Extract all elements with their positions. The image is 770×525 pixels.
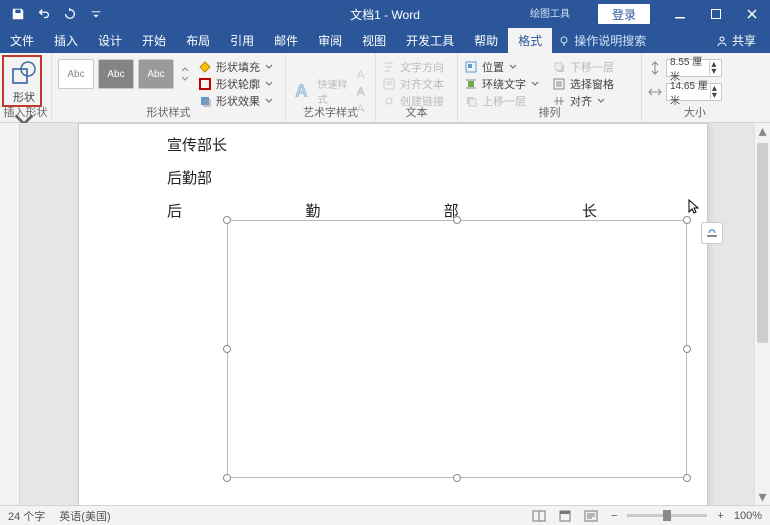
shape-outline-button[interactable]: 形状轮廓 — [198, 76, 274, 92]
tab-view[interactable]: 视图 — [352, 28, 396, 53]
svg-text:A: A — [295, 80, 308, 100]
resize-handle-tl[interactable] — [223, 216, 231, 224]
document-title: 文档1 - Word — [350, 6, 420, 23]
maximize-button[interactable] — [698, 0, 734, 28]
text-line-2: 后勤部 — [167, 167, 619, 188]
tab-format[interactable]: 格式 — [508, 28, 552, 53]
shape-width-input[interactable]: 14.65 厘米▴▾ — [666, 83, 722, 101]
text-direction-button[interactable]: 文字方向 — [382, 59, 444, 75]
send-backward-button[interactable]: 下移一层 — [552, 59, 614, 75]
mouse-cursor-icon — [687, 198, 703, 219]
save-button[interactable] — [6, 2, 30, 26]
width-icon — [648, 85, 662, 99]
text-outline-icon[interactable]: A — [355, 83, 369, 99]
resize-handle-br[interactable] — [683, 474, 691, 482]
window-controls — [626, 0, 770, 28]
group-arrange: 位置 环绕文字 上移一层 下移一层 选择窗格 对齐 排列 — [458, 53, 642, 122]
word-count[interactable]: 24 个字 — [8, 508, 45, 524]
quick-access-toolbar — [0, 2, 108, 26]
redo-button[interactable] — [58, 2, 82, 26]
page-content[interactable]: 宣传部长 后勤部 后 勤 部 长 — [79, 124, 707, 221]
ribbon-tabs: 文件 插入 设计 开始 布局 引用 邮件 审阅 视图 开发工具 帮助 格式 操作… — [0, 28, 770, 53]
svg-text:A: A — [357, 86, 365, 98]
resize-handle-tm[interactable] — [453, 216, 461, 224]
vertical-scrollbar[interactable]: ▴ ▾ — [754, 123, 770, 505]
page: 宣传部长 后勤部 后 勤 部 长 — [78, 123, 708, 505]
group-text: 文字方向 对齐文本 创建链接 文本 — [376, 53, 458, 122]
resize-handle-bl[interactable] — [223, 474, 231, 482]
view-read-mode-button[interactable] — [529, 508, 549, 524]
svg-text:A: A — [357, 69, 365, 81]
language-status[interactable]: 英语(美国) — [59, 508, 110, 524]
ribbon: 形状 插入形状 Abc Abc Abc 形状填充 形状轮廓 形状效果 形状样式 — [0, 53, 770, 123]
position-button[interactable]: 位置 — [464, 59, 540, 75]
resize-handle-ml[interactable] — [223, 345, 231, 353]
tab-file[interactable]: 文件 — [0, 28, 44, 53]
height-icon — [648, 61, 662, 75]
align-text-button[interactable]: 对齐文本 — [382, 76, 444, 92]
selection-pane-button[interactable]: 选择窗格 — [552, 76, 614, 92]
resize-handle-bm[interactable] — [453, 474, 461, 482]
share-button[interactable]: 共享 — [716, 28, 770, 53]
tab-design[interactable]: 设计 — [88, 28, 132, 53]
resize-handle-mr[interactable] — [683, 345, 691, 353]
zoom-out-button[interactable]: − — [607, 510, 621, 522]
zoom-in-button[interactable]: + — [713, 510, 727, 522]
text-fill-icon[interactable]: A — [355, 66, 369, 82]
wrap-text-button[interactable]: 环绕文字 — [464, 76, 540, 92]
contextual-tab-label: 绘图工具 — [522, 0, 578, 28]
shape-rectangle[interactable] — [227, 220, 687, 478]
tab-home[interactable]: 开始 — [132, 28, 176, 53]
document-viewport: 宣传部长 后勤部 后 勤 部 长 — [20, 123, 770, 505]
tab-mailings[interactable]: 邮件 — [264, 28, 308, 53]
shape-fill-button[interactable]: 形状填充 — [198, 59, 274, 75]
group-shape-styles: Abc Abc Abc 形状填充 形状轮廓 形状效果 形状样式 — [52, 53, 286, 122]
status-bar: 24 个字 英语(美国) − + 100% — [0, 505, 770, 525]
tab-references[interactable]: 引用 — [220, 28, 264, 53]
group-size: 8.55 厘米▴▾ 14.65 厘米▴▾ 大小 — [642, 53, 748, 122]
tab-help[interactable]: 帮助 — [464, 28, 508, 53]
tab-layout[interactable]: 布局 — [176, 28, 220, 53]
group-wordart-styles: A 快速样式 A A A 艺术字样式 — [286, 53, 376, 122]
title-bar: 文档1 - Word 绘图工具 登录 — [0, 0, 770, 28]
tab-insert[interactable]: 插入 — [44, 28, 88, 53]
zoom-level[interactable]: 100% — [734, 510, 762, 522]
work-area: 宣传部长 后勤部 后 勤 部 长 — [0, 123, 770, 505]
vertical-ruler[interactable] — [0, 123, 20, 505]
style-preset-2[interactable]: Abc — [98, 59, 134, 89]
minimize-button[interactable] — [662, 0, 698, 28]
qat-customize-icon[interactable] — [84, 2, 108, 26]
tell-me-search[interactable]: 操作说明搜索 — [552, 28, 646, 53]
view-print-layout-button[interactable] — [555, 508, 575, 524]
scroll-down-icon[interactable]: ▾ — [755, 489, 770, 505]
layout-options-button[interactable] — [701, 222, 723, 244]
style-preset-1[interactable]: Abc — [58, 59, 94, 89]
zoom-slider-thumb[interactable] — [663, 510, 671, 521]
close-button[interactable] — [734, 0, 770, 28]
ribbon-options-button[interactable] — [626, 0, 662, 28]
tab-review[interactable]: 审阅 — [308, 28, 352, 53]
view-web-layout-button[interactable] — [581, 508, 601, 524]
text-line-1: 宣传部长 — [167, 134, 619, 155]
wordart-quickstyles-button[interactable]: A 快速样式 — [292, 76, 349, 106]
style-preset-3[interactable]: Abc — [138, 59, 174, 89]
scrollbar-thumb[interactable] — [757, 143, 768, 343]
style-gallery-expand[interactable] — [180, 59, 190, 89]
group-insert-shape: 形状 插入形状 — [0, 53, 52, 122]
shape-height-input[interactable]: 8.55 厘米▴▾ — [666, 59, 722, 77]
scroll-up-icon[interactable]: ▴ — [755, 123, 770, 139]
zoom-slider[interactable] — [627, 514, 707, 517]
selected-shape[interactable] — [221, 214, 693, 484]
undo-button[interactable] — [32, 2, 56, 26]
tab-developer[interactable]: 开发工具 — [396, 28, 464, 53]
